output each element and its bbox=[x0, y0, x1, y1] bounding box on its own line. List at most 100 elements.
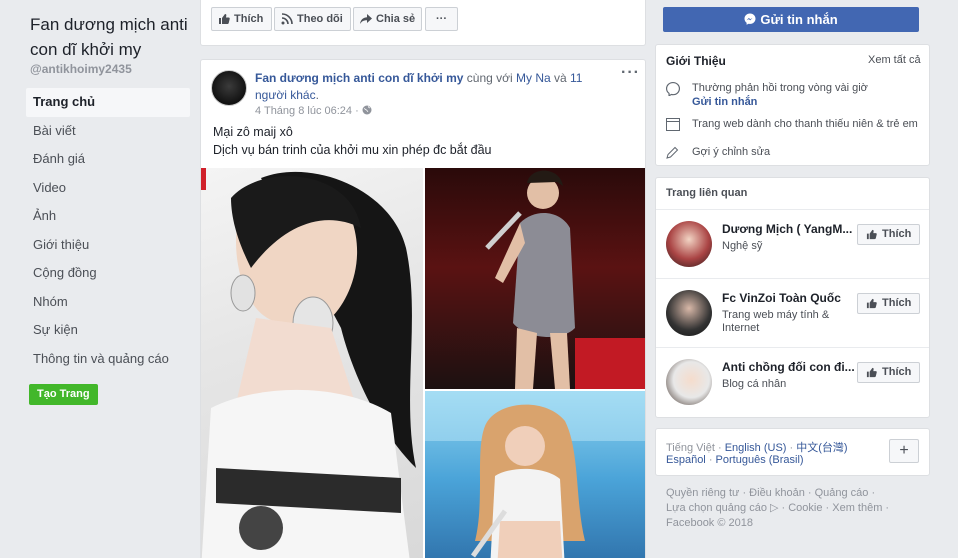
browser-window-icon bbox=[666, 118, 680, 131]
share-button[interactable]: Chia sẻ bbox=[353, 7, 422, 31]
about-suggest-link[interactable]: Gợi ý chỉnh sửa bbox=[692, 145, 921, 159]
about-website-row: Trang web dành cho thanh thiếu niên & tr… bbox=[666, 117, 921, 131]
post-options-button[interactable]: ··· bbox=[621, 64, 640, 82]
post-text-line-1: Mại zô maij xô bbox=[213, 125, 293, 139]
follow-button[interactable]: Theo dõi bbox=[274, 7, 351, 31]
nav-item-posts[interactable]: Bài viết bbox=[26, 117, 190, 146]
nav-item-groups[interactable]: Nhóm bbox=[26, 288, 190, 317]
follow-label: Theo dõi bbox=[297, 13, 343, 25]
language-card: Tiếng Việt · English (US) · 中文(台灣) Españ… bbox=[655, 428, 930, 476]
like-page-label: Thích bbox=[234, 13, 264, 25]
lang-separator: · bbox=[714, 442, 725, 454]
related-like-label: Thích bbox=[882, 228, 912, 240]
thumbs-up-icon bbox=[866, 367, 877, 378]
nav-item-events[interactable]: Sự kiện bbox=[26, 316, 190, 345]
language-row-2: Español · Português (Brasil) bbox=[666, 454, 804, 466]
photo-1-illustration bbox=[201, 168, 416, 558]
related-page-category: Nghệ sỹ bbox=[722, 240, 763, 252]
post-photo-2[interactable] bbox=[425, 168, 645, 389]
page-action-bar: Thích Theo dõi Chia sẻ ··· bbox=[200, 0, 646, 46]
about-suggest-row: Gợi ý chỉnh sửa bbox=[666, 145, 921, 159]
nav-item-info-ads[interactable]: Thông tin và quảng cáo bbox=[26, 345, 190, 374]
language-option-spanish[interactable]: Español bbox=[666, 454, 706, 466]
language-option-english[interactable]: English (US) bbox=[725, 442, 787, 454]
lang-separator: · bbox=[705, 454, 716, 466]
nav-item-home[interactable]: Trang chủ bbox=[26, 88, 190, 117]
post-timestamp[interactable]: 4 Tháng 8 lúc 06:24 · bbox=[255, 105, 372, 117]
about-title: Giới Thiệu bbox=[666, 54, 726, 68]
about-response-row: Thường phản hồi trong vòng vài giờ Gửi t… bbox=[666, 81, 921, 109]
about-see-all-link[interactable]: Xem tất cả bbox=[868, 54, 921, 66]
footer-line-2[interactable]: Lựa chọn quảng cáo ▷ · Cookie · Xem thêm… bbox=[666, 501, 926, 516]
globe-icon bbox=[362, 105, 372, 115]
tagged-user-link[interactable]: My Na bbox=[516, 71, 551, 85]
lang-separator: · bbox=[786, 442, 797, 454]
post-header: Fan dương mịch anti con dĩ khởi my cùng … bbox=[255, 70, 605, 104]
related-like-label: Thích bbox=[882, 297, 912, 309]
related-page-name[interactable]: Fc VinZoi Toàn Quốc bbox=[722, 291, 857, 305]
post-card: Fan dương mịch anti con dĩ khởi my cùng … bbox=[200, 59, 646, 558]
related-page-avatar[interactable] bbox=[666, 290, 712, 336]
related-like-button[interactable]: Thích bbox=[857, 362, 920, 383]
about-website-text[interactable]: Trang web dành cho thanh thiếu niên & tr… bbox=[692, 117, 921, 131]
nav-item-community[interactable]: Cộng đồng bbox=[26, 259, 190, 288]
photo-3-illustration bbox=[425, 391, 645, 558]
like-page-button[interactable]: Thích bbox=[211, 7, 272, 31]
related-page-item[interactable]: Anti chồng đối con đi... Blog cá nhân Th… bbox=[656, 347, 929, 416]
about-card: Giới Thiệu Xem tất cả Thường phản hồi tr… bbox=[655, 44, 930, 166]
related-like-button[interactable]: Thích bbox=[857, 293, 920, 314]
nav-item-photos[interactable]: Ảnh bbox=[26, 202, 190, 231]
language-option-chinese[interactable]: 中文(台灣) bbox=[796, 442, 847, 454]
left-nav: Trang chủ Bài viết Đánh giá Video Ảnh Gi… bbox=[26, 88, 190, 373]
related-page-item[interactable]: Dương Mịch ( YangM... Nghệ sỹ Thích bbox=[656, 209, 929, 278]
related-page-item[interactable]: Fc VinZoi Toàn Quốc Trang web máy tính &… bbox=[656, 278, 929, 347]
rss-icon bbox=[281, 13, 293, 25]
related-page-name[interactable]: Anti chồng đối con đi... bbox=[722, 360, 857, 374]
related-pages-title: Trang liên quan bbox=[666, 187, 748, 199]
post-and-text: và bbox=[550, 71, 571, 85]
footer-links: Quyền riêng tư · Điều khoản · Quảng cáo … bbox=[666, 486, 926, 531]
about-send-message-link[interactable]: Gửi tin nhắn bbox=[692, 95, 921, 109]
thumbs-up-icon bbox=[866, 298, 877, 309]
footer-line-1[interactable]: Quyền riêng tư · Điều khoản · Quảng cáo … bbox=[666, 486, 926, 501]
pencil-icon bbox=[666, 146, 679, 159]
thumbs-up-icon bbox=[866, 229, 877, 240]
related-page-avatar[interactable] bbox=[666, 359, 712, 405]
related-pages-card: Trang liên quan Dương Mịch ( YangM... Ng… bbox=[655, 177, 930, 418]
language-row-1: Tiếng Việt · English (US) · 中文(台灣) bbox=[666, 439, 848, 455]
post-author-link[interactable]: Fan dương mịch anti con dĩ khởi my bbox=[255, 71, 463, 85]
send-message-label: Gửi tin nhắn bbox=[760, 12, 838, 27]
related-like-label: Thích bbox=[882, 366, 912, 378]
post-photo-3[interactable] bbox=[425, 391, 645, 558]
messenger-icon bbox=[666, 82, 680, 96]
language-option-portuguese[interactable]: Português (Brasil) bbox=[716, 454, 804, 466]
post-time-text: 4 Tháng 8 lúc 06:24 · bbox=[255, 105, 362, 117]
post-with-text: cùng với bbox=[463, 71, 516, 85]
photo-2-illustration bbox=[485, 170, 645, 389]
page-handle[interactable]: @antikhoimy2435 bbox=[30, 62, 132, 76]
related-page-category: Trang web máy tính & Internet bbox=[722, 309, 830, 334]
share-arrow-icon bbox=[360, 14, 372, 24]
nav-item-reviews[interactable]: Đánh giá bbox=[26, 145, 190, 174]
footer-copyright: Facebook © 2018 bbox=[666, 517, 753, 529]
add-language-button[interactable]: + bbox=[889, 439, 919, 463]
page-title: Fan dương mịch anti con dĩ khởi my bbox=[30, 15, 188, 59]
share-label: Chia sẻ bbox=[376, 13, 416, 25]
related-page-avatar[interactable] bbox=[666, 221, 712, 267]
create-page-button[interactable]: Tạo Trang bbox=[29, 384, 98, 405]
post-period: . bbox=[315, 88, 319, 102]
messenger-icon bbox=[744, 13, 756, 25]
send-message-button[interactable]: Gửi tin nhắn bbox=[663, 7, 919, 32]
current-language: Tiếng Việt bbox=[666, 442, 715, 454]
post-text-line-2: Dịch vụ bán trinh của khởi mu xin phép đ… bbox=[213, 143, 492, 157]
page-avatar[interactable] bbox=[211, 70, 247, 106]
related-like-button[interactable]: Thích bbox=[857, 224, 920, 245]
post-photo-1[interactable] bbox=[201, 168, 423, 558]
more-actions-button[interactable]: ··· bbox=[425, 7, 458, 31]
related-page-name[interactable]: Dương Mịch ( YangM... bbox=[722, 222, 857, 236]
nav-item-about[interactable]: Giới thiệu bbox=[26, 231, 190, 260]
nav-item-videos[interactable]: Video bbox=[26, 174, 190, 203]
related-page-category: Blog cá nhân bbox=[722, 378, 787, 390]
thumbs-up-icon bbox=[219, 14, 230, 24]
about-response-text: Thường phản hồi trong vòng vài giờ bbox=[692, 82, 868, 94]
